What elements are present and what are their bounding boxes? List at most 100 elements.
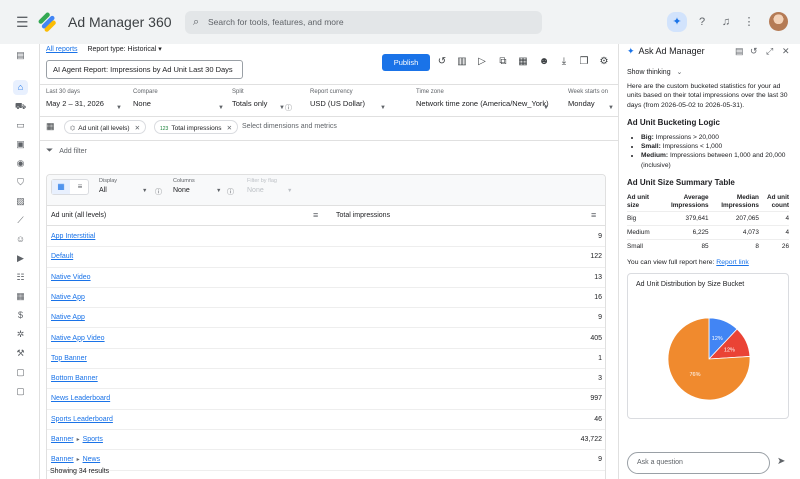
display-selector[interactable]: Display All ▼ ⓘ	[99, 178, 162, 197]
chevron-right-icon: ▸	[76, 437, 80, 443]
report-type-selector[interactable]: Report type: Historical ▾	[87, 46, 161, 53]
video-icon[interactable]: ▶	[13, 251, 28, 266]
ask-question-input[interactable]: Ask a question	[627, 452, 770, 474]
left-nav-rail: ▤ ⌂ ⛟ ▭ ▣ ◉ ⛉ ▨ ⟋ ☺ ▶ ☷ ▦ $ ✲ ⚒ ▢ ▢	[0, 44, 40, 479]
more-vert-icon[interactable]: ⋮	[741, 14, 757, 30]
column-header-impressions[interactable]: Total impressions	[336, 212, 390, 219]
ad-unit-link[interactable]: Native Video	[51, 274, 91, 281]
summary-cell: Big	[627, 210, 657, 226]
add-filter-button[interactable]: ⏷ Add filter	[46, 145, 87, 156]
avatar[interactable]	[769, 12, 788, 31]
network-icon[interactable]: ✲	[13, 327, 28, 342]
ad-unit-path: Banner ▸ Sports	[51, 436, 103, 443]
rail-toggle-icon[interactable]: ▤	[13, 48, 28, 63]
label-icon[interactable]: ▷	[476, 56, 488, 68]
close-icon[interactable]: ✕	[135, 125, 140, 132]
dimensions-metrics-bar[interactable]: ▦ ⌬ Ad unit (all levels) ✕ 123 Total impres…	[46, 120, 616, 137]
shield-icon[interactable]: ⛉	[13, 175, 28, 190]
ask-ad-manager-icon[interactable]: ✦	[667, 12, 687, 32]
chip-total-impressions[interactable]: 123 Total impressions ✕	[154, 120, 239, 134]
breadcrumb: All reports Report type: Historical ▾	[46, 45, 162, 53]
menu-icon[interactable]: ☰	[16, 14, 29, 31]
ad-unit-link[interactable]: Native App	[51, 294, 85, 301]
group-icon[interactable]: ☷	[13, 270, 28, 285]
help-icon[interactable]: ⓘ	[285, 103, 292, 113]
all-reports-link[interactable]: All reports	[46, 46, 78, 53]
column-header-ad-unit[interactable]: Ad unit (all levels)	[51, 212, 106, 219]
download-icon[interactable]: ⤓	[558, 56, 570, 68]
duplicate-icon[interactable]: ❐	[578, 56, 590, 68]
sort-filter-icon[interactable]: ≡	[591, 210, 596, 220]
history-icon[interactable]: ↺	[436, 56, 448, 68]
history-icon[interactable]: ↺	[750, 46, 758, 57]
share-icon[interactable]: ☻	[538, 56, 550, 68]
notifications-icon[interactable]: ♫	[718, 14, 734, 30]
list-view-icon[interactable]: ≡	[71, 180, 89, 194]
briefcase-icon[interactable]: ▢	[13, 365, 28, 380]
dimensions-input[interactable]: Select dimensions and metrics	[242, 123, 337, 130]
settings-icon[interactable]: ⚙	[598, 56, 610, 68]
help-icon[interactable]: ?	[694, 14, 710, 30]
home-icon[interactable]: ⌂	[13, 80, 28, 95]
impressions-value: 122	[590, 253, 602, 261]
ad-unit-link[interactable]: Sports Leaderboard	[51, 416, 113, 423]
help-icon[interactable]: ⓘ	[227, 187, 234, 197]
close-icon[interactable]: ✕	[227, 125, 232, 132]
send-icon[interactable]: ➤	[777, 456, 785, 467]
help-icon[interactable]: ⓘ	[155, 187, 162, 197]
chip-ad-unit[interactable]: ⌬ Ad unit (all levels) ✕	[64, 120, 147, 134]
ad-unit-link[interactable]: Banner	[51, 436, 74, 443]
summary-cell: 6,225	[656, 224, 709, 240]
truck-icon[interactable]: ▭	[13, 118, 28, 133]
sort-filter-icon[interactable]: ≡	[313, 210, 318, 220]
view-toggle[interactable]: ▦ ≡	[51, 179, 89, 195]
people-icon[interactable]: ☺	[13, 232, 28, 247]
summary-cell: 207,065	[708, 210, 759, 226]
date-range-selector[interactable]: Last 30 days May 2 – 31, 2026 ▼	[46, 89, 126, 111]
ad-unit-link[interactable]: Bottom Banner	[51, 375, 98, 382]
show-thinking-toggle[interactable]: Show thinking ⌄	[627, 68, 682, 76]
chevron-down-icon: ▼	[380, 105, 386, 111]
logic-item: Medium: Impressions between 1,000 and 20…	[641, 151, 789, 169]
inventory-icon[interactable]: ▣	[13, 137, 28, 152]
ad-unit-child-link[interactable]: Sports	[83, 436, 103, 443]
image-icon[interactable]: ▨	[13, 194, 28, 209]
reports-icon[interactable]: ▦	[13, 289, 28, 304]
ad-unit-link[interactable]: App Interstitial	[51, 233, 95, 240]
results-table: ▦ ≡ Display All ▼ ⓘ Columns None ▼ ⓘ Fil…	[46, 174, 606, 479]
trend-icon[interactable]: ⟋	[13, 213, 28, 228]
impressions-value: 9	[598, 233, 602, 240]
close-icon[interactable]: ✕	[782, 46, 790, 57]
summary-cell: 379,641	[656, 210, 709, 226]
week-start-selector[interactable]: Week starts on Monday ▼	[568, 89, 618, 111]
time-zone-selector[interactable]: Time zone Network time zone (America/New…	[416, 89, 566, 111]
ad-unit-link[interactable]: Native App Video	[51, 335, 105, 342]
ad-unit-link[interactable]: Default	[51, 253, 73, 260]
columns-selector[interactable]: Columns None ▼ ⓘ	[173, 178, 234, 197]
admin-icon[interactable]: ▢	[13, 384, 28, 399]
pie-data-label: 12%	[712, 336, 723, 342]
ad-unit-link[interactable]: Top Banner	[51, 355, 87, 362]
billing-icon[interactable]: $	[13, 308, 28, 323]
tools-icon[interactable]: ⚒	[13, 346, 28, 361]
ad-unit-child-link[interactable]: News	[83, 456, 101, 463]
copy-icon[interactable]: ⧉	[497, 56, 509, 68]
expand-icon[interactable]: ⤢	[766, 46, 773, 57]
schedule-icon[interactable]: ▦	[517, 56, 529, 68]
compare-selector[interactable]: Compare None ▼	[133, 89, 224, 111]
report-name-field[interactable]: AI Agent Report: Impressions by Ad Unit …	[46, 60, 243, 79]
publish-button[interactable]: Publish	[382, 54, 430, 71]
grid-view-icon[interactable]: ▦	[52, 180, 70, 194]
search-input[interactable]: Search for tools, features, and more	[208, 17, 344, 27]
search-bar[interactable]: ⌕ Search for tools, features, and more	[185, 11, 542, 34]
delivery-icon[interactable]: ⛟	[13, 99, 28, 114]
ad-unit-link[interactable]: Native App	[51, 314, 85, 321]
report-currency-selector[interactable]: Report currency USD (US Dollar) ▼	[310, 89, 410, 111]
ad-unit-link[interactable]: News Leaderboard	[51, 395, 110, 402]
chart-icon[interactable]: ▥	[456, 56, 468, 68]
ad-unit-link[interactable]: Banner	[51, 456, 74, 463]
broadcast-icon[interactable]: ◉	[13, 156, 28, 171]
report-link[interactable]: Report link	[716, 259, 749, 266]
notes-icon[interactable]: ▤	[735, 46, 744, 57]
split-selector[interactable]: Split Totals only ▼ ⓘ	[232, 89, 312, 112]
